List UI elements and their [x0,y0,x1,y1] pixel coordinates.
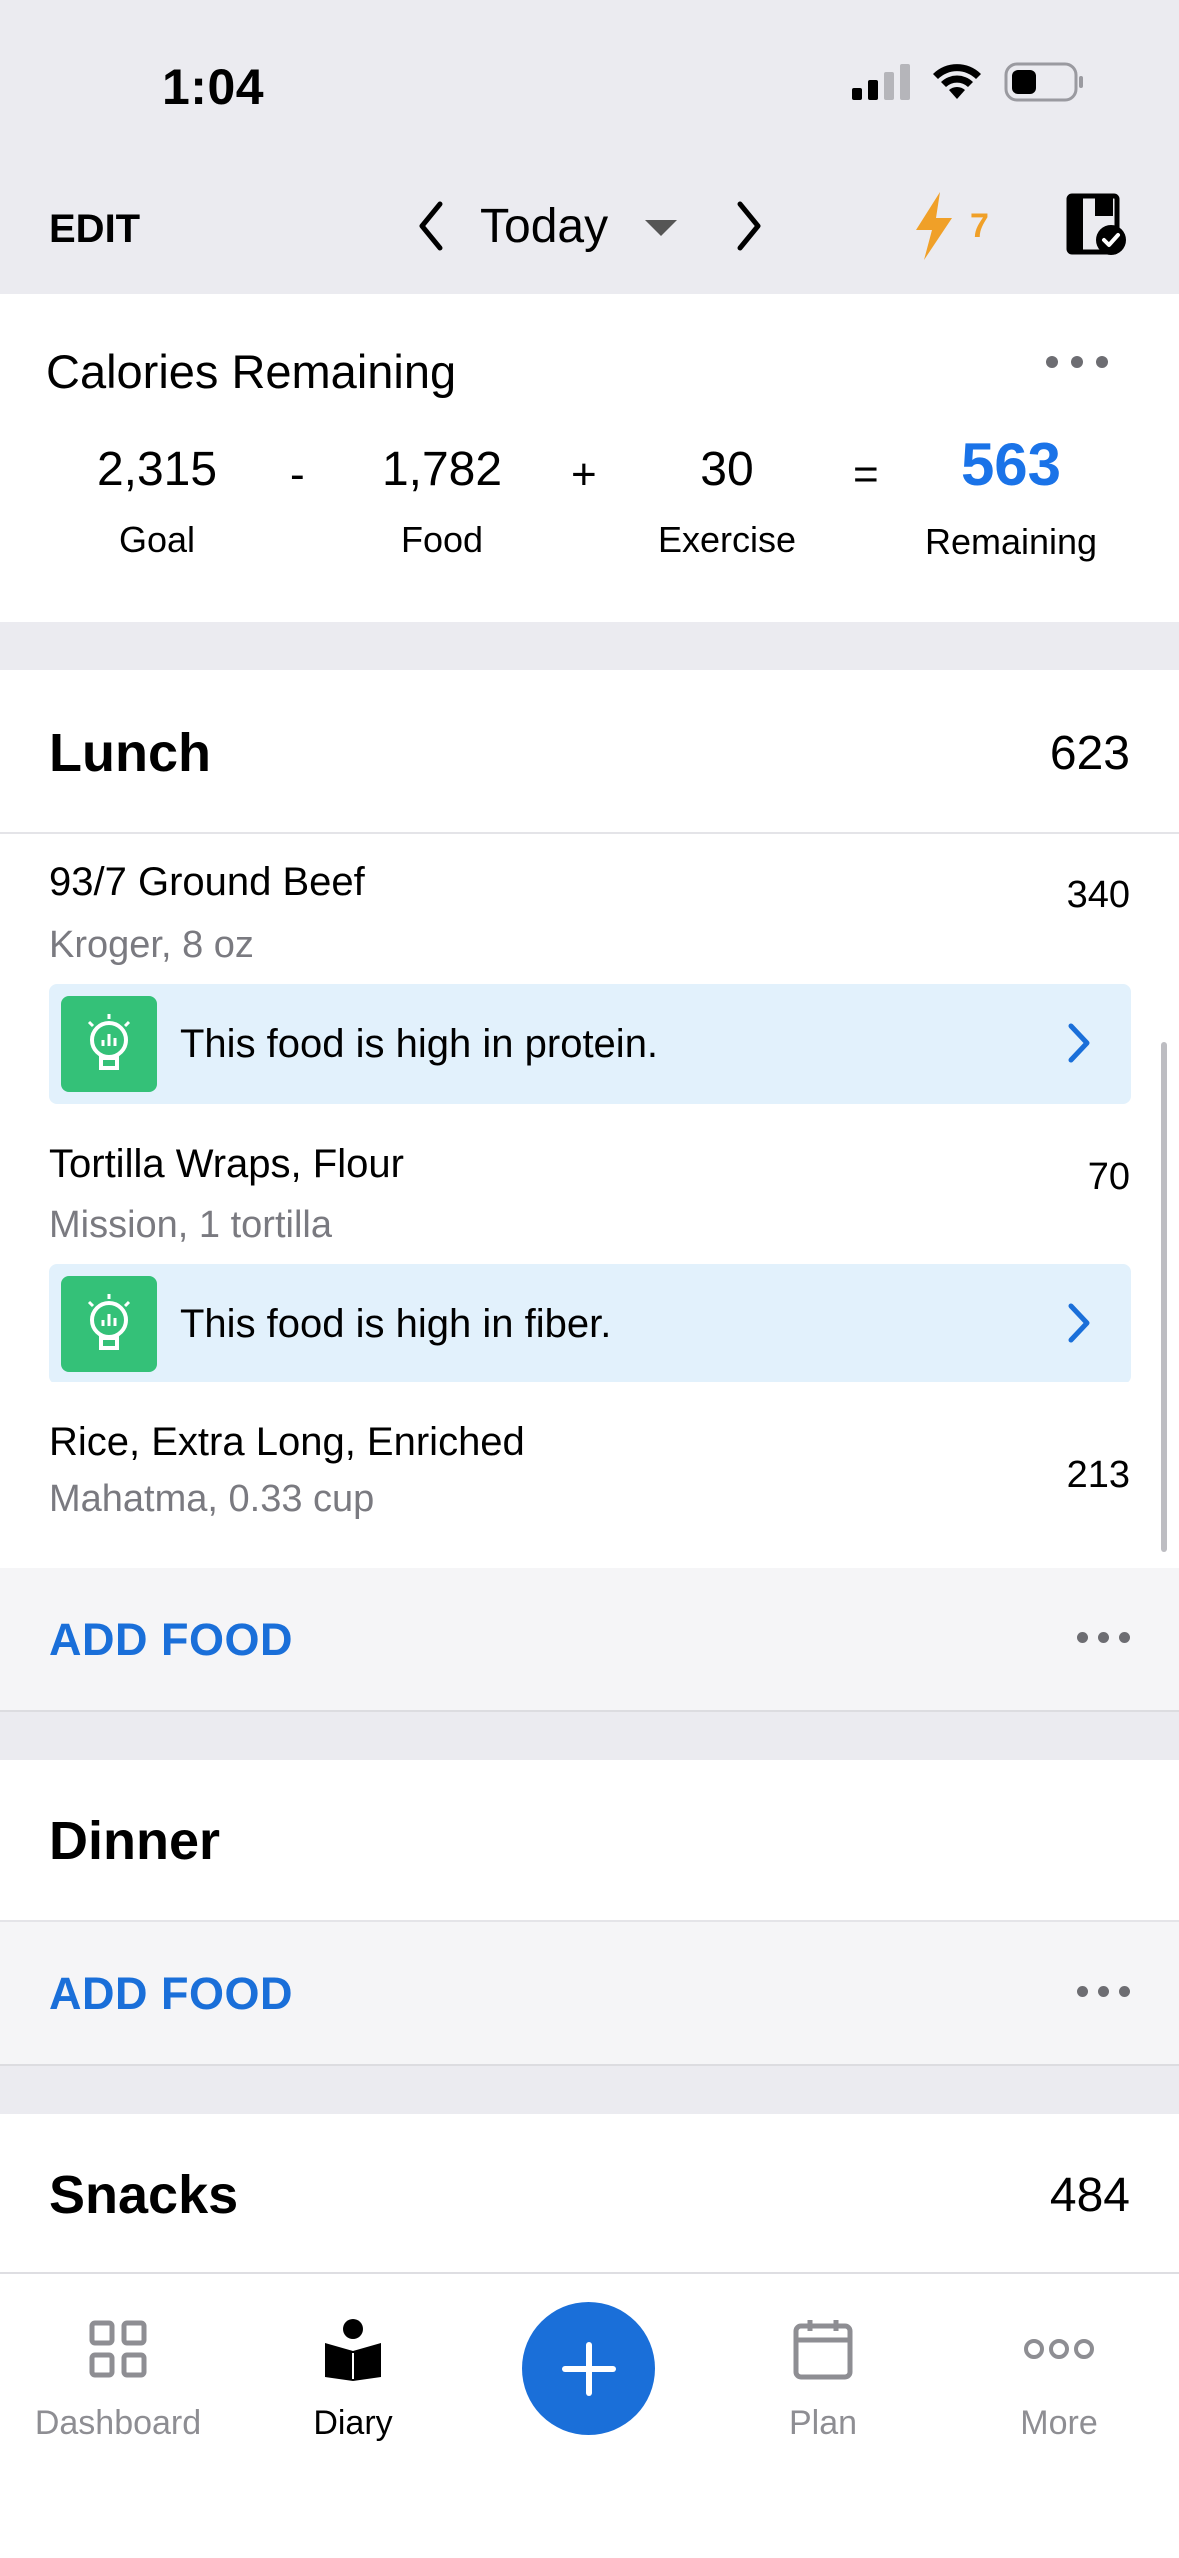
tab-dashboard[interactable]: Dashboard [3,2314,233,2443]
dinner-title: Dinner [49,1811,221,1871]
dinner-more-button[interactable] [1077,1986,1130,1997]
tab-more-label: More [1020,2404,1098,2442]
goal-column: 2,315 Goal [27,442,287,561]
minus-operator: - [290,450,305,499]
status-time: 1:04 [162,59,265,115]
dinner-add-food-row: ADD FOOD [0,1922,1179,2066]
food-name: Tortilla Wraps, Flour [49,1142,404,1186]
chevron-right-icon [1068,1303,1090,1343]
equals-operator: = [853,450,879,499]
calendar-icon [793,2320,853,2380]
snacks-total-calories: 484 [1049,2169,1130,2222]
tab-diary[interactable]: Diary [238,2314,468,2443]
status-icons [852,62,1084,102]
more-dots-icon [1024,2339,1094,2359]
date-dropdown-icon[interactable] [643,218,679,238]
goal-value: 2,315 [96,443,218,496]
insight-bulb-icon [61,996,157,1092]
lunch-add-food-button[interactable]: ADD FOOD [49,1614,293,1666]
streak-indicator[interactable]: 7 [910,190,989,262]
plus-operator: + [571,450,597,499]
tab-dashboard-label: Dashboard [34,2404,202,2442]
plus-icon [561,2341,616,2396]
date-selector[interactable]: Today [480,199,608,254]
battery-icon [1004,62,1083,102]
remaining-column: 563 Remaining [881,431,1141,563]
lightning-bolt-icon [916,192,952,260]
calories-title: Calories Remaining [46,345,457,398]
insight-text: This food is high in fiber. [180,1302,612,1346]
food-name: Rice, Extra Long, Enriched [49,1420,525,1464]
top-header: 1:04 EDIT Today 7 [0,0,1179,294]
food-column: 1,782 Food [312,442,572,561]
calories-equation: 2,315 Goal - 1,782 Food + 30 Exercise = … [0,431,1179,572]
goal-label: Goal [118,519,196,560]
lunch-add-food-row: ADD FOOD [0,1568,1179,1712]
food-insight-banner[interactable]: This food is high in fiber. [49,1264,1131,1384]
food-entry[interactable]: Tortilla Wraps, Flour Mission, 1 tortill… [0,1104,1179,1384]
snacks-header[interactable]: Snacks 484 [0,2114,1179,2274]
insight-text: This food is high in protein. [180,1022,659,1066]
food-description: Mahatma, 0.33 cup [49,1478,375,1520]
goals-checklist-icon[interactable] [1065,192,1129,258]
food-value: 1,782 [381,443,503,496]
section-divider [0,1712,1179,1760]
lunch-title: Lunch [49,723,211,783]
add-entry-button[interactable] [522,2302,655,2435]
remaining-value: 563 [960,431,1062,498]
food-name: 93/7 Ground Beef [49,860,365,904]
tab-bar: Dashboard Diary Plan More [0,2272,1179,2558]
tab-more[interactable]: More [944,2314,1174,2443]
edit-button[interactable]: EDIT [49,207,140,252]
food-description: Mission, 1 tortilla [49,1204,332,1246]
dashboard-grid-icon [89,2320,147,2378]
previous-day-icon[interactable] [410,196,450,256]
food-entry[interactable]: Rice, Extra Long, Enriched Mahatma, 0.33… [0,1382,1179,1568]
food-calories: 213 [1066,1454,1130,1496]
section-divider [0,2066,1179,2114]
lunch-more-button[interactable] [1077,1632,1130,1643]
food-entry[interactable]: 93/7 Ground Beef Kroger, 8 oz 340 This f… [0,834,1179,1104]
exercise-label: Exercise [657,519,797,560]
food-calories: 70 [1087,1156,1130,1198]
dinner-header[interactable]: Dinner [0,1760,1179,1922]
tab-plan[interactable]: Plan [708,2314,938,2443]
section-divider [0,622,1179,670]
diary-book-icon [325,2319,381,2381]
wifi-icon [933,64,981,99]
exercise-column: 30 Exercise [597,442,857,561]
exercise-value: 30 [700,443,754,496]
insight-bulb-icon [61,1276,157,1372]
lunch-total-calories: 623 [1049,727,1130,780]
food-description: Kroger, 8 oz [49,924,254,966]
tab-diary-label: Diary [313,2404,393,2442]
food-label: Food [400,519,484,560]
dinner-add-food-button[interactable]: ADD FOOD [49,1968,293,2020]
cellular-signal-icon [852,64,910,100]
chevron-right-icon [1068,1023,1090,1063]
snacks-title: Snacks [49,2165,239,2225]
calories-remaining-card[interactable]: Calories Remaining 2,315 Goal - 1,782 Fo… [0,294,1179,622]
streak-count: 7 [970,206,989,245]
lunch-header[interactable]: Lunch 623 [0,670,1179,834]
tab-plan-label: Plan [788,2404,858,2442]
scrollbar[interactable] [1161,1042,1167,1552]
food-insight-banner[interactable]: This food is high in protein. [49,984,1131,1104]
food-calories: 340 [1066,874,1130,916]
calories-more-button[interactable] [1046,356,1108,368]
next-day-icon[interactable] [730,196,770,256]
remaining-label: Remaining [924,521,1098,562]
